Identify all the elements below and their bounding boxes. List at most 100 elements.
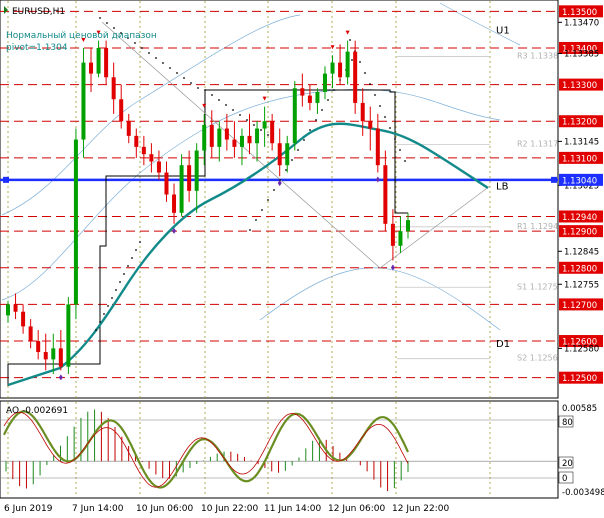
sar-dot	[253, 124, 255, 126]
sar-dot	[260, 129, 262, 131]
price-tick-label: 1.13470	[564, 18, 599, 28]
candle-body	[81, 62, 86, 140]
candle-body	[36, 341, 41, 353]
sar-dot	[384, 116, 386, 118]
candle-body	[247, 135, 252, 144]
candle-body	[398, 231, 403, 246]
sar-dot	[255, 219, 257, 221]
candle-body	[126, 121, 131, 136]
candle-body	[21, 311, 26, 327]
candle-body	[383, 165, 388, 224]
sar-dot	[148, 52, 150, 54]
sar-dot	[232, 109, 234, 111]
faint-level-label: S1 1.1275	[517, 282, 558, 291]
ao-tick-label: 80	[562, 418, 573, 428]
price-badge-label: 1.13300	[562, 81, 597, 91]
candle-body	[194, 150, 199, 191]
candle-body	[134, 135, 139, 147]
sar-dot	[135, 249, 137, 251]
candle-body	[307, 95, 312, 103]
sar-dot	[211, 94, 213, 96]
sar-dot	[351, 59, 353, 61]
sar-dot	[297, 149, 299, 151]
candle-body	[232, 139, 237, 147]
candle-body	[292, 88, 297, 144]
sar-dot	[404, 160, 406, 162]
sar-dot	[113, 27, 115, 29]
sar-dot	[183, 77, 185, 79]
candle-body	[375, 128, 380, 166]
candle-body	[270, 121, 275, 144]
candle-body	[179, 165, 184, 213]
candle-body	[111, 77, 116, 100]
sar-dot	[327, 99, 329, 101]
level-tag: LB	[496, 181, 509, 192]
candle-body	[285, 143, 290, 166]
sar-dot	[249, 229, 251, 231]
sar-dot	[99, 17, 101, 19]
price-badge-label: 1.12700	[562, 301, 597, 311]
candle-body	[262, 121, 267, 129]
sar-dot	[99, 321, 101, 323]
sar-dot	[389, 127, 391, 129]
candle-body	[345, 51, 350, 78]
price-badge-label: 1.13500	[562, 8, 597, 18]
price-badge-label: 1.12500	[562, 374, 597, 384]
sar-dot	[291, 159, 293, 161]
price-badge-label: 1.13200	[562, 118, 597, 128]
candle-body	[156, 161, 161, 173]
sar-dot	[107, 305, 109, 307]
candle-body	[368, 121, 373, 129]
chart: 6 Jun 2019 7 Jun 14:00 10 Jun 06:00 10 Jun …	[0, 0, 604, 514]
candle-body	[43, 352, 48, 360]
sar-dot	[309, 129, 311, 131]
candle-body	[255, 128, 260, 144]
candle-body	[315, 91, 320, 103]
candle-body	[96, 47, 101, 74]
ao-tick-label: 0	[562, 474, 567, 484]
sar-dot	[141, 47, 143, 49]
level-tag: D1	[496, 339, 510, 350]
annotation-text: Нормальный ценовой диапазон	[6, 31, 157, 41]
ao-label: AO -0.002691	[6, 406, 68, 416]
price-badge-label: 1.12800	[562, 264, 597, 274]
candle-body	[6, 304, 10, 316]
sar-dot	[134, 42, 136, 44]
candle-body	[277, 143, 282, 166]
candle-body	[164, 172, 169, 195]
candle-body	[300, 88, 305, 96]
price-tick-label: 1.12755	[564, 280, 599, 290]
sar-dot	[131, 257, 133, 259]
sar-dot	[273, 189, 275, 191]
ao-tick-label: -0.003498	[562, 488, 604, 498]
sar-dot	[285, 169, 287, 171]
x-tick-label: 7 Jun 14:00	[72, 504, 124, 514]
sar-dot	[204, 89, 206, 91]
sar-dot	[379, 105, 381, 107]
candle-body	[239, 135, 244, 147]
sar-dot	[127, 265, 129, 267]
candle-body	[322, 73, 327, 92]
sar-dot	[111, 297, 113, 299]
x-tick-label: 12 Jun 06:00	[328, 504, 385, 514]
sar-dot	[169, 67, 171, 69]
sar-dot	[369, 83, 371, 85]
sar-dot	[119, 281, 121, 283]
price-badge-label: 1.12900	[562, 228, 597, 238]
candle-body	[338, 62, 343, 78]
price-badge-label: 1.13100	[562, 154, 597, 164]
ao-tick-label: 0.00585	[562, 404, 597, 414]
sar-dot	[139, 241, 141, 243]
sar-dot	[333, 89, 335, 91]
symbol-label: EURUSD,H1	[12, 7, 65, 17]
candle-body	[224, 128, 229, 140]
candle-body	[141, 146, 146, 155]
annotation-text: pivot=1.1304	[6, 43, 68, 53]
x-tick-label: 11 Jun 14:00	[264, 504, 321, 514]
level-tag: U1	[496, 26, 510, 37]
sar-dot	[321, 109, 323, 111]
pivot-marker	[3, 176, 9, 183]
sar-dot	[349, 39, 351, 41]
sar-dot	[155, 57, 157, 59]
candle-body	[172, 194, 177, 213]
